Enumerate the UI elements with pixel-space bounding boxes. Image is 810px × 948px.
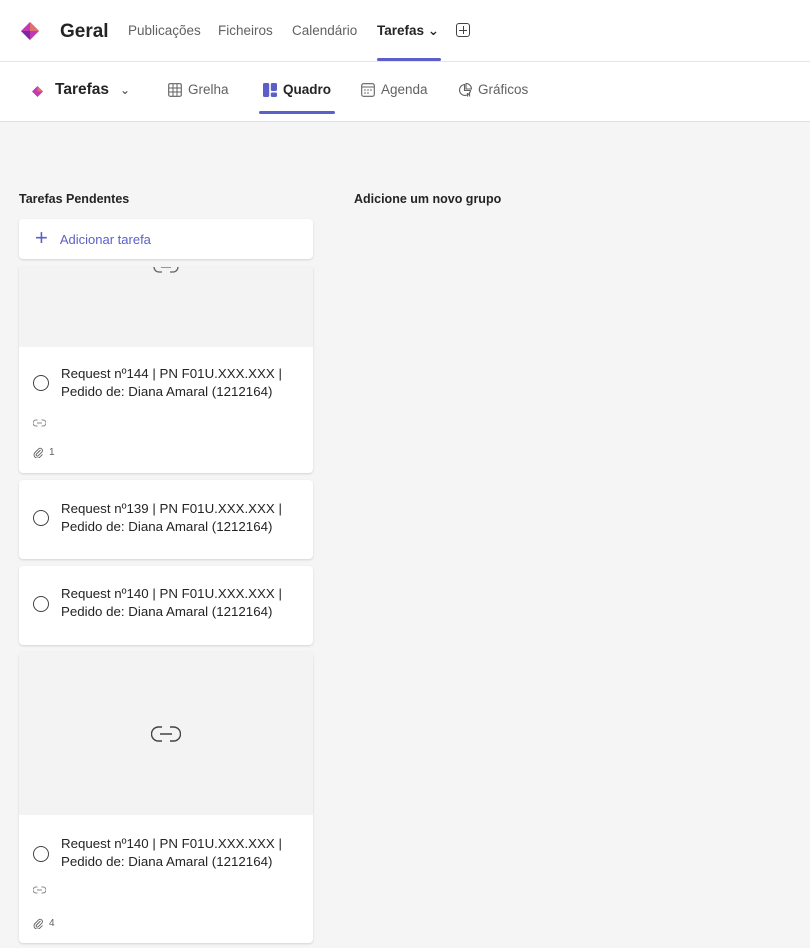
add-task-button[interactable]: + Adicionar tarefa (19, 219, 313, 259)
link-icon (151, 725, 181, 742)
task-title-line2: Pedido de: Diana Amaral (1212164) (61, 854, 273, 869)
channel-header: Geral Publicações Ficheiros Calendário T… (0, 0, 810, 62)
view-toolbar: Tarefas ⌄ Grelha Quadro Agenda Gráficos (0, 62, 810, 122)
task-card[interactable]: Request nº144 | PN F01U.XXX.XXX | Pedido… (19, 267, 313, 473)
view-grelha[interactable]: Grelha (168, 82, 229, 97)
active-tab-indicator (377, 58, 441, 61)
tab-ficheiros[interactable]: Ficheiros (218, 23, 273, 38)
card-preview (19, 652, 313, 815)
add-group-button[interactable]: Adicione um novo grupo (354, 192, 501, 206)
view-agenda[interactable]: Agenda (361, 82, 428, 97)
calendar-icon (361, 82, 375, 97)
task-title-line2: Pedido de: Diana Amaral (1212164) (61, 384, 273, 399)
attachment-count: 1 (49, 447, 55, 458)
link-icon (33, 886, 46, 894)
task-title-line1: Request nº144 | PN F01U.XXX.XXX | (61, 366, 282, 381)
task-title-line1: Request nº140 | PN F01U.XXX.XXX | (61, 836, 282, 851)
active-view-indicator (259, 111, 335, 114)
link-icon (153, 267, 179, 273)
add-task-label: Adicionar tarefa (59, 231, 151, 247)
channel-name: Geral (60, 21, 109, 42)
task-title: Request nº139 | PN F01U.XXX.XXX | Pedido… (61, 500, 306, 536)
task-title-line1: Request nº139 | PN F01U.XXX.XXX | (61, 501, 282, 516)
board-icon (263, 82, 277, 97)
tab-calendario[interactable]: Calendário (292, 23, 357, 38)
task-card[interactable]: Request nº139 | PN F01U.XXX.XXX | Pedido… (19, 480, 313, 559)
attachment-indicator: 1 (33, 447, 55, 458)
complete-task-checkbox[interactable] (33, 596, 49, 612)
paperclip-icon (33, 918, 43, 929)
task-title: Request nº144 | PN F01U.XXX.XXX | Pedido… (61, 365, 306, 401)
link-icon (33, 419, 46, 427)
plus-icon: + (35, 224, 48, 250)
attachment-indicator: 4 (33, 918, 55, 929)
view-quadro[interactable]: Quadro (263, 82, 331, 97)
view-graficos[interactable]: Gráficos (458, 82, 528, 97)
task-title: Request nº140 | PN F01U.XXX.XXX | Pedido… (61, 835, 306, 871)
task-title: Request nº140 | PN F01U.XXX.XXX | Pedido… (61, 585, 306, 621)
view-quadro-label: Quadro (283, 82, 332, 97)
task-title-line1: Request nº140 | PN F01U.XXX.XXX | (61, 586, 282, 601)
add-tab-icon[interactable] (456, 23, 470, 37)
view-graficos-label: Gráficos (478, 82, 529, 97)
complete-task-checkbox[interactable] (33, 510, 49, 526)
grid-icon (168, 82, 182, 97)
tab-tarefas[interactable]: Tarefas ⌄ (377, 23, 439, 39)
bucket-title[interactable]: Tarefas Pendentes (19, 192, 129, 206)
tab-publicacoes[interactable]: Publicações (128, 23, 201, 38)
task-card[interactable]: Request nº140 | PN F01U.XXX.XXX | Pedido… (19, 566, 313, 645)
chart-icon (458, 82, 472, 96)
planner-app-icon (21, 22, 39, 40)
view-grelha-label: Grelha (188, 82, 229, 97)
paperclip-icon (33, 447, 43, 458)
chevron-down-icon[interactable]: ⌄ (120, 83, 130, 97)
task-title-line2: Pedido de: Diana Amaral (1212164) (61, 604, 273, 619)
card-preview (19, 267, 313, 347)
task-title-line2: Pedido de: Diana Amaral (1212164) (61, 519, 273, 534)
complete-task-checkbox[interactable] (33, 375, 49, 391)
planner-small-icon (32, 86, 43, 97)
attachment-count: 4 (49, 918, 55, 929)
plan-title[interactable]: Tarefas (55, 81, 109, 99)
complete-task-checkbox[interactable] (33, 846, 49, 862)
task-card[interactable]: Request nº140 | PN F01U.XXX.XXX | Pedido… (19, 652, 313, 943)
view-agenda-label: Agenda (381, 82, 428, 97)
